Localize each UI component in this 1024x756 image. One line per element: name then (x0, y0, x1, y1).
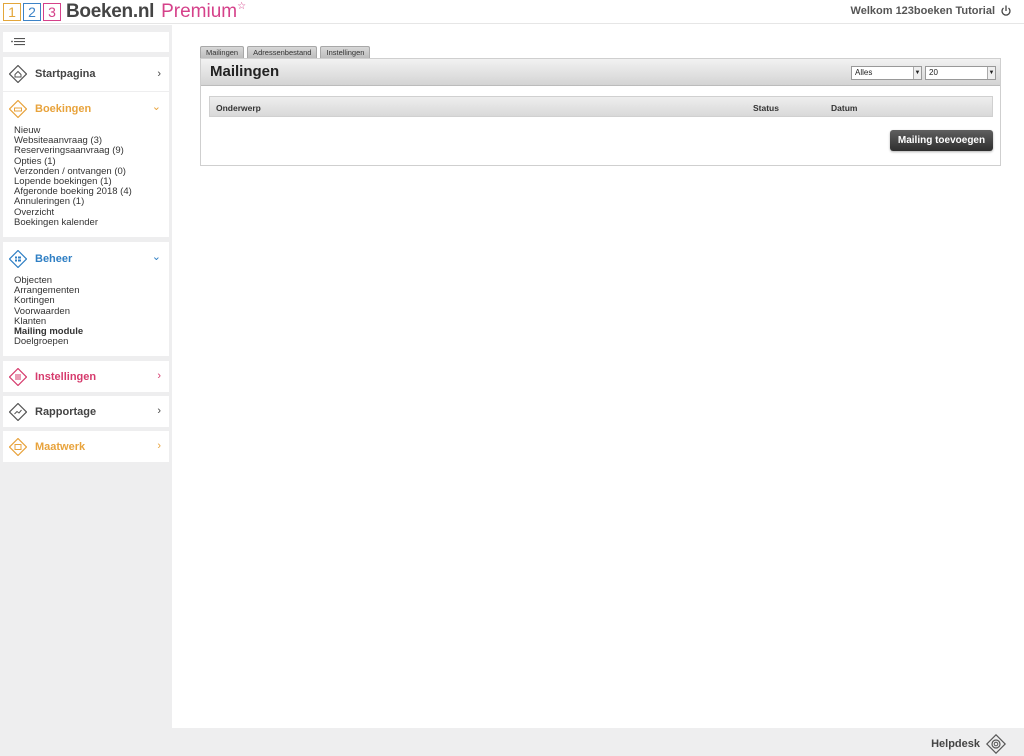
panel-header: Mailingen Alles ▼ 20 ▼ (201, 59, 1000, 86)
boekingen-list: Nieuw Websiteaanvraag (3) Reserveringsaa… (3, 125, 169, 236)
menu-toggle-button[interactable] (3, 32, 169, 52)
star-icon: ☆ (237, 0, 247, 12)
page-size-select[interactable]: 20 ▼ (925, 66, 996, 80)
lifebuoy-icon (986, 734, 1006, 754)
sidebar-item-beheer[interactable]: Beheer ⌄ (3, 242, 169, 276)
sidebar-item-rapportage[interactable]: Rapportage › (3, 396, 169, 427)
chevron-down-icon: ▼ (913, 67, 921, 79)
logo[interactable]: 1 2 3 Boeken.nl Premium ☆ (3, 1, 246, 23)
chevron-right-icon: › (157, 440, 161, 452)
chevron-down-icon: ⌄ (151, 101, 161, 113)
tab-mailingen[interactable]: Mailingen (200, 46, 245, 58)
page-title: Mailingen (210, 63, 280, 80)
filter-select-value: Alles (855, 68, 873, 77)
helpdesk-link[interactable]: Helpdesk (931, 734, 1006, 754)
sidebar-item-boekingen[interactable]: Boekingen ⌄ (3, 92, 169, 126)
sidebar-item-label: Startpagina (35, 68, 96, 80)
logo-digit-1: 1 (3, 3, 21, 21)
home-icon (9, 65, 27, 83)
welcome-text: Welkom 123boeken Tutorial (850, 5, 995, 17)
sidebar-item-label: Maatwerk (35, 440, 86, 453)
sidebar-item-startpagina[interactable]: Startpagina › (3, 57, 169, 91)
add-mailing-button[interactable]: Mailing toevoegen (890, 130, 993, 151)
column-header-datum[interactable]: Datum (831, 103, 857, 113)
sidebar-item-maatwerk[interactable]: Maatwerk › (3, 431, 169, 462)
sidebar-section-boekingen: Boekingen ⌄ Nieuw Websiteaanvraag (3) Re… (3, 92, 169, 237)
helpdesk-label: Helpdesk (931, 738, 980, 750)
sidebar-item-label: Beheer (35, 253, 73, 265)
mailingen-panel: Mailingen Alles ▼ 20 ▼ Onderwerp Status … (200, 58, 1001, 166)
sidebar-item-instellingen[interactable]: Instellingen › (3, 361, 169, 392)
logo-digit-3: 3 (43, 3, 61, 21)
menu-icon (11, 38, 25, 46)
chevron-down-icon: ⌄ (151, 251, 161, 263)
bed-icon (9, 100, 27, 118)
table-header: Onderwerp Status Datum (209, 96, 993, 117)
edit-icon (9, 437, 27, 456)
chevron-right-icon: › (157, 405, 161, 417)
tab-bar: Mailingen Adressenbestand Instellingen (200, 46, 373, 58)
sidebar-item-label: Boekingen (35, 103, 92, 115)
welcome-user: Welkom 123boeken Tutorial (851, 5, 1012, 17)
page-size-select-value: 20 (929, 68, 938, 77)
column-header-onderwerp[interactable]: Onderwerp (216, 103, 261, 113)
header: 1 2 3 Boeken.nl Premium ☆ Welkom 123boek… (0, 0, 1024, 24)
chart-line-icon (9, 402, 27, 421)
chevron-right-icon: › (157, 68, 161, 80)
sidebar-section-beheer: Beheer ⌄ Objecten Arrangementen Kortinge… (3, 242, 169, 356)
logo-text: Boeken.nl (66, 1, 155, 22)
logo-premium: Premium (161, 1, 238, 22)
grid-icon (9, 250, 27, 268)
tab-instellingen[interactable]: Instellingen (320, 46, 371, 58)
footer: Helpdesk (0, 728, 1024, 756)
sidebar-link-kalender[interactable]: Boekingen kalender (14, 217, 169, 228)
sliders-icon (9, 367, 27, 386)
column-header-status[interactable]: Status (753, 103, 779, 113)
chevron-down-icon: ▼ (987, 67, 995, 79)
sidebar-link-doelgroepen[interactable]: Doelgroepen (14, 337, 169, 347)
sidebar-item-label: Instellingen (35, 370, 97, 383)
sidebar: Startpagina › Boekingen ⌄ Nieuw Websitea… (0, 25, 172, 728)
sidebar-item-label: Rapportage (35, 405, 97, 418)
tab-adressenbestand[interactable]: Adressenbestand (247, 46, 318, 58)
filter-select[interactable]: Alles ▼ (851, 66, 922, 80)
logo-digit-2: 2 (23, 3, 41, 21)
power-icon[interactable] (1000, 5, 1012, 17)
beheer-list: Objecten Arrangementen Kortingen Voorwaa… (3, 275, 169, 355)
chevron-right-icon: › (157, 370, 161, 382)
